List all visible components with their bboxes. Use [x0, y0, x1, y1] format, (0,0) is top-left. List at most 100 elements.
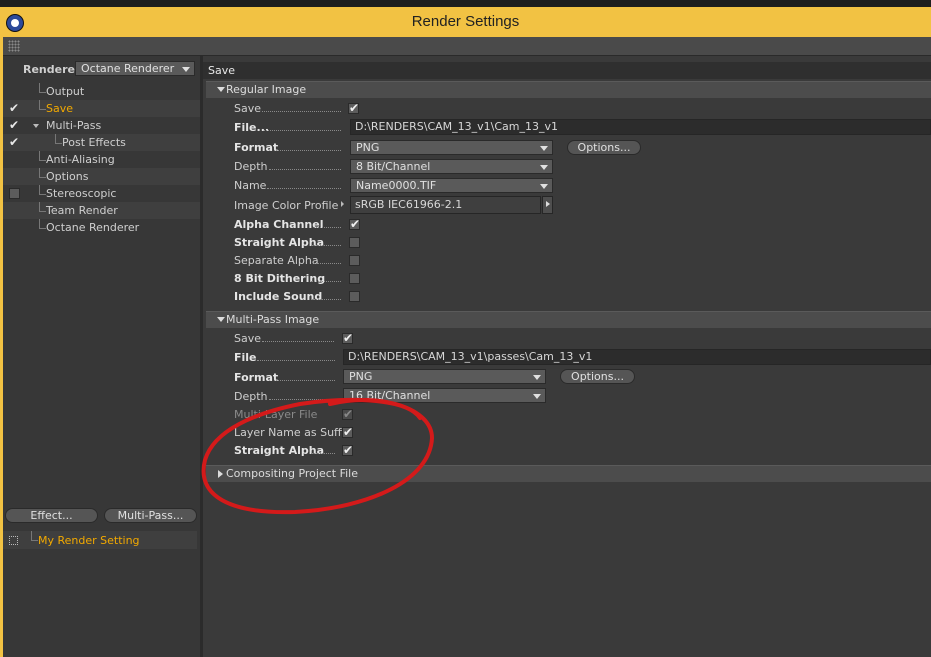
mp-format-label: Format [234, 371, 279, 384]
title-bar: Render Settings [0, 7, 931, 37]
profile-arrow-button[interactable] [542, 196, 553, 214]
dropdown-value: 8 Bit/Channel [356, 160, 431, 173]
chevron-down-icon [540, 165, 548, 170]
regular-save-checkbox[interactable]: ✔ [348, 102, 359, 114]
leader-dots [274, 371, 335, 381]
tree-item-label: Team Render [46, 204, 118, 217]
name-label: Name [234, 179, 267, 192]
leader-dots [262, 102, 341, 112]
tree-item-label: Multi-Pass [46, 119, 102, 132]
leader-dots [274, 141, 341, 151]
checkmark-icon[interactable]: ✔ [9, 102, 20, 114]
layer-suffix-checkbox[interactable]: ✔ [342, 426, 353, 438]
tree-item-save[interactable]: ✔ Save [3, 100, 200, 117]
straight-alpha-checkbox[interactable] [349, 237, 360, 248]
renderer-dropdown[interactable]: Octane Renderer [75, 61, 195, 76]
tree-connector [39, 219, 46, 229]
render-setting-icon [9, 536, 18, 545]
mp-options-button[interactable]: Options... [560, 369, 635, 384]
separate-alpha-checkbox[interactable] [349, 255, 360, 266]
tree-connector [39, 83, 46, 93]
multi-layer-label: Multi-Layer File [234, 408, 318, 421]
tree-item-team-render[interactable]: Team Render [3, 202, 200, 219]
dropdown-value: PNG [356, 141, 380, 154]
leader-dots [257, 351, 335, 361]
grip-icon[interactable] [8, 40, 20, 52]
render-setting-label: My Render Setting [38, 534, 140, 547]
mp-format-dropdown[interactable]: PNG [343, 369, 546, 384]
chevron-down-icon [182, 67, 190, 72]
tree-connector [39, 168, 46, 178]
checkmark-icon[interactable]: ✔ [9, 119, 20, 131]
alpha-channel-checkbox[interactable]: ✔ [349, 218, 360, 230]
window-title: Render Settings [411, 13, 520, 30]
render-setting-item[interactable]: My Render Setting [3, 531, 197, 549]
leader-dots [262, 332, 334, 342]
tree-item-stereoscopic[interactable]: Stereoscopic [3, 185, 200, 202]
leader-dots [269, 160, 341, 170]
group-title: Regular Image [226, 83, 307, 96]
chevron-down-icon [533, 375, 541, 380]
leader-dots [311, 236, 341, 246]
multi-layer-checkbox[interactable]: ✔ [342, 408, 353, 420]
renderer-label: Renderer [23, 63, 81, 76]
renderer-value: Octane Renderer [81, 62, 175, 75]
regular-depth-dropdown[interactable]: 8 Bit/Channel [350, 159, 553, 174]
color-profile-label: Image Color Profile [234, 199, 339, 212]
save-settings-panel: Save Regular Image Save ✔ File... D:\REN… [203, 56, 931, 657]
tree-item-label: Output [46, 85, 85, 98]
leader-dots [311, 272, 341, 282]
regular-file-input[interactable]: D:\RENDERS\CAM_13_v1\Cam_13_v1 [350, 119, 931, 135]
multi-pass-button[interactable]: Multi-Pass... [104, 508, 197, 523]
mp-straight-alpha-checkbox[interactable]: ✔ [342, 444, 353, 456]
tree-item-multi-pass[interactable]: ✔ Multi-Pass [3, 117, 200, 134]
layer-suffix-label: Layer Name as Suffix [234, 426, 352, 439]
dithering-checkbox[interactable] [349, 273, 360, 284]
mp-depth-label: Depth [234, 390, 268, 403]
tree-item-label: Octane Renderer [46, 221, 140, 234]
settings-tree-panel: Renderer Octane Renderer Output ✔ Save ✔… [3, 56, 200, 657]
save-label: Save [234, 102, 262, 115]
regular-image-header[interactable]: Regular Image [206, 81, 931, 98]
mp-save-checkbox[interactable]: ✔ [342, 332, 353, 344]
renderer-row: Renderer Octane Renderer [3, 61, 200, 79]
top-strip [0, 0, 931, 7]
chevron-down-icon [533, 394, 541, 399]
tree-connector [31, 531, 38, 541]
mp-file-input[interactable]: D:\RENDERS\CAM_13_v1\passes\Cam_13_v1 [343, 349, 931, 365]
regular-format-dropdown[interactable]: PNG [350, 140, 553, 155]
tree-connector [39, 151, 46, 161]
separate-alpha-label: Separate Alpha [234, 254, 319, 267]
include-sound-checkbox[interactable] [349, 291, 360, 302]
tree-checkbox[interactable] [9, 188, 20, 199]
profile-expand-icon[interactable] [341, 201, 344, 207]
tree-item-post-effects[interactable]: ✔ Post Effects [3, 134, 200, 151]
tree-item-anti-aliasing[interactable]: Anti-Aliasing [3, 151, 200, 168]
tree-item-label: Options [46, 170, 89, 183]
toolbar [3, 37, 931, 56]
dropdown-value: 16 Bit/Channel [349, 389, 431, 402]
tree-connector [39, 202, 46, 212]
color-profile-field[interactable]: sRGB IEC61966-2.1 [350, 196, 541, 214]
compositing-header[interactable]: Compositing Project File [206, 465, 931, 482]
mp-file-label: File [234, 351, 257, 364]
tree-item-output[interactable]: Output [3, 83, 200, 100]
tree-item-label: Save [46, 102, 74, 115]
checkmark-icon[interactable]: ✔ [9, 136, 20, 148]
tree-item-label: Anti-Aliasing [46, 153, 115, 166]
tree-item-octane-renderer[interactable]: Octane Renderer [3, 219, 200, 236]
effect-button[interactable]: Effect... [5, 508, 98, 523]
regular-name-dropdown[interactable]: Name0000.TIF [350, 178, 553, 193]
group-title: Multi-Pass Image [226, 313, 320, 326]
regular-options-button[interactable]: Options... [567, 140, 641, 155]
format-label: Format [234, 141, 279, 154]
include-sound-label: Include Sound [234, 290, 323, 303]
depth-label: Depth [234, 160, 268, 173]
mp-save-label: Save [234, 332, 262, 345]
chevron-down-icon [540, 184, 548, 189]
mp-depth-dropdown[interactable]: 16 Bit/Channel [343, 388, 546, 403]
multi-pass-image-header[interactable]: Multi-Pass Image [206, 311, 931, 328]
leader-dots [269, 390, 335, 400]
expand-arrow-icon[interactable] [33, 124, 39, 128]
tree-item-options[interactable]: Options [3, 168, 200, 185]
